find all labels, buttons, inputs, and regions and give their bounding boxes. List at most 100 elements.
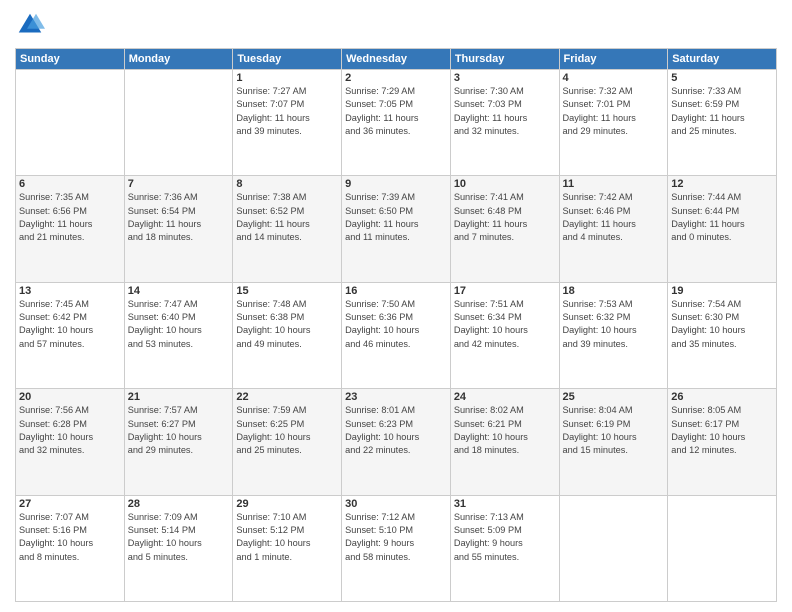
day-number: 5 xyxy=(671,72,773,84)
day-detail: Sunrise: 8:04 AM Sunset: 6:19 PM Dayligh… xyxy=(563,404,665,457)
day-number: 19 xyxy=(671,285,773,297)
calendar-week-row: 20Sunrise: 7:56 AM Sunset: 6:28 PM Dayli… xyxy=(16,389,777,495)
calendar-week-row: 13Sunrise: 7:45 AM Sunset: 6:42 PM Dayli… xyxy=(16,282,777,388)
day-detail: Sunrise: 7:33 AM Sunset: 6:59 PM Dayligh… xyxy=(671,85,773,138)
page: SundayMondayTuesdayWednesdayThursdayFrid… xyxy=(0,0,792,612)
day-number: 20 xyxy=(19,391,121,403)
day-number: 18 xyxy=(563,285,665,297)
day-detail: Sunrise: 7:29 AM Sunset: 7:05 PM Dayligh… xyxy=(345,85,447,138)
day-of-week-header: Monday xyxy=(124,49,233,70)
logo-icon xyxy=(15,10,45,40)
calendar-cell: 23Sunrise: 8:01 AM Sunset: 6:23 PM Dayli… xyxy=(342,389,451,495)
day-detail: Sunrise: 7:53 AM Sunset: 6:32 PM Dayligh… xyxy=(563,298,665,351)
calendar-cell: 6Sunrise: 7:35 AM Sunset: 6:56 PM Daylig… xyxy=(16,176,125,282)
day-detail: Sunrise: 7:36 AM Sunset: 6:54 PM Dayligh… xyxy=(128,191,230,244)
day-number: 15 xyxy=(236,285,338,297)
calendar-cell: 18Sunrise: 7:53 AM Sunset: 6:32 PM Dayli… xyxy=(559,282,668,388)
day-detail: Sunrise: 8:01 AM Sunset: 6:23 PM Dayligh… xyxy=(345,404,447,457)
day-of-week-header: Tuesday xyxy=(233,49,342,70)
calendar-week-row: 6Sunrise: 7:35 AM Sunset: 6:56 PM Daylig… xyxy=(16,176,777,282)
day-detail: Sunrise: 8:02 AM Sunset: 6:21 PM Dayligh… xyxy=(454,404,556,457)
day-detail: Sunrise: 7:27 AM Sunset: 7:07 PM Dayligh… xyxy=(236,85,338,138)
day-number: 29 xyxy=(236,498,338,510)
calendar-cell: 12Sunrise: 7:44 AM Sunset: 6:44 PM Dayli… xyxy=(668,176,777,282)
day-of-week-header: Friday xyxy=(559,49,668,70)
calendar-cell: 16Sunrise: 7:50 AM Sunset: 6:36 PM Dayli… xyxy=(342,282,451,388)
day-number: 4 xyxy=(563,72,665,84)
day-number: 24 xyxy=(454,391,556,403)
day-detail: Sunrise: 7:59 AM Sunset: 6:25 PM Dayligh… xyxy=(236,404,338,457)
calendar-cell: 21Sunrise: 7:57 AM Sunset: 6:27 PM Dayli… xyxy=(124,389,233,495)
calendar-cell: 10Sunrise: 7:41 AM Sunset: 6:48 PM Dayli… xyxy=(450,176,559,282)
day-detail: Sunrise: 7:44 AM Sunset: 6:44 PM Dayligh… xyxy=(671,191,773,244)
day-detail: Sunrise: 7:07 AM Sunset: 5:16 PM Dayligh… xyxy=(19,511,121,564)
day-number: 9 xyxy=(345,178,447,190)
calendar-cell: 20Sunrise: 7:56 AM Sunset: 6:28 PM Dayli… xyxy=(16,389,125,495)
calendar-table: SundayMondayTuesdayWednesdayThursdayFrid… xyxy=(15,48,777,602)
calendar-cell xyxy=(559,495,668,601)
calendar-cell: 27Sunrise: 7:07 AM Sunset: 5:16 PM Dayli… xyxy=(16,495,125,601)
day-detail: Sunrise: 7:51 AM Sunset: 6:34 PM Dayligh… xyxy=(454,298,556,351)
day-detail: Sunrise: 8:05 AM Sunset: 6:17 PM Dayligh… xyxy=(671,404,773,457)
calendar-cell: 28Sunrise: 7:09 AM Sunset: 5:14 PM Dayli… xyxy=(124,495,233,601)
calendar-cell xyxy=(668,495,777,601)
day-detail: Sunrise: 7:47 AM Sunset: 6:40 PM Dayligh… xyxy=(128,298,230,351)
calendar-cell: 24Sunrise: 8:02 AM Sunset: 6:21 PM Dayli… xyxy=(450,389,559,495)
day-number: 28 xyxy=(128,498,230,510)
day-number: 25 xyxy=(563,391,665,403)
day-number: 8 xyxy=(236,178,338,190)
day-number: 3 xyxy=(454,72,556,84)
day-number: 10 xyxy=(454,178,556,190)
calendar-cell: 29Sunrise: 7:10 AM Sunset: 5:12 PM Dayli… xyxy=(233,495,342,601)
calendar-cell: 1Sunrise: 7:27 AM Sunset: 7:07 PM Daylig… xyxy=(233,70,342,176)
day-detail: Sunrise: 7:30 AM Sunset: 7:03 PM Dayligh… xyxy=(454,85,556,138)
day-number: 1 xyxy=(236,72,338,84)
day-number: 22 xyxy=(236,391,338,403)
day-of-week-header: Sunday xyxy=(16,49,125,70)
day-detail: Sunrise: 7:38 AM Sunset: 6:52 PM Dayligh… xyxy=(236,191,338,244)
day-number: 21 xyxy=(128,391,230,403)
day-number: 13 xyxy=(19,285,121,297)
day-number: 11 xyxy=(563,178,665,190)
day-detail: Sunrise: 7:12 AM Sunset: 5:10 PM Dayligh… xyxy=(345,511,447,564)
calendar-cell: 8Sunrise: 7:38 AM Sunset: 6:52 PM Daylig… xyxy=(233,176,342,282)
day-number: 14 xyxy=(128,285,230,297)
day-detail: Sunrise: 7:39 AM Sunset: 6:50 PM Dayligh… xyxy=(345,191,447,244)
day-number: 23 xyxy=(345,391,447,403)
day-detail: Sunrise: 7:09 AM Sunset: 5:14 PM Dayligh… xyxy=(128,511,230,564)
day-number: 31 xyxy=(454,498,556,510)
calendar-week-row: 27Sunrise: 7:07 AM Sunset: 5:16 PM Dayli… xyxy=(16,495,777,601)
logo xyxy=(15,10,49,40)
day-detail: Sunrise: 7:54 AM Sunset: 6:30 PM Dayligh… xyxy=(671,298,773,351)
day-detail: Sunrise: 7:10 AM Sunset: 5:12 PM Dayligh… xyxy=(236,511,338,564)
calendar-cell: 3Sunrise: 7:30 AM Sunset: 7:03 PM Daylig… xyxy=(450,70,559,176)
calendar-cell: 26Sunrise: 8:05 AM Sunset: 6:17 PM Dayli… xyxy=(668,389,777,495)
day-number: 16 xyxy=(345,285,447,297)
calendar-cell: 7Sunrise: 7:36 AM Sunset: 6:54 PM Daylig… xyxy=(124,176,233,282)
calendar-cell: 19Sunrise: 7:54 AM Sunset: 6:30 PM Dayli… xyxy=(668,282,777,388)
day-number: 27 xyxy=(19,498,121,510)
day-of-week-header: Wednesday xyxy=(342,49,451,70)
day-detail: Sunrise: 7:56 AM Sunset: 6:28 PM Dayligh… xyxy=(19,404,121,457)
calendar-cell: 9Sunrise: 7:39 AM Sunset: 6:50 PM Daylig… xyxy=(342,176,451,282)
calendar-cell: 13Sunrise: 7:45 AM Sunset: 6:42 PM Dayli… xyxy=(16,282,125,388)
calendar-cell: 14Sunrise: 7:47 AM Sunset: 6:40 PM Dayli… xyxy=(124,282,233,388)
calendar-cell: 25Sunrise: 8:04 AM Sunset: 6:19 PM Dayli… xyxy=(559,389,668,495)
day-of-week-header: Thursday xyxy=(450,49,559,70)
day-number: 30 xyxy=(345,498,447,510)
day-number: 17 xyxy=(454,285,556,297)
day-detail: Sunrise: 7:32 AM Sunset: 7:01 PM Dayligh… xyxy=(563,85,665,138)
day-number: 12 xyxy=(671,178,773,190)
day-detail: Sunrise: 7:35 AM Sunset: 6:56 PM Dayligh… xyxy=(19,191,121,244)
day-number: 6 xyxy=(19,178,121,190)
calendar-cell: 11Sunrise: 7:42 AM Sunset: 6:46 PM Dayli… xyxy=(559,176,668,282)
day-of-week-header: Saturday xyxy=(668,49,777,70)
calendar-cell: 4Sunrise: 7:32 AM Sunset: 7:01 PM Daylig… xyxy=(559,70,668,176)
calendar-cell: 30Sunrise: 7:12 AM Sunset: 5:10 PM Dayli… xyxy=(342,495,451,601)
day-detail: Sunrise: 7:42 AM Sunset: 6:46 PM Dayligh… xyxy=(563,191,665,244)
calendar-cell: 15Sunrise: 7:48 AM Sunset: 6:38 PM Dayli… xyxy=(233,282,342,388)
day-detail: Sunrise: 7:45 AM Sunset: 6:42 PM Dayligh… xyxy=(19,298,121,351)
calendar-cell xyxy=(124,70,233,176)
day-detail: Sunrise: 7:48 AM Sunset: 6:38 PM Dayligh… xyxy=(236,298,338,351)
header xyxy=(15,10,777,40)
